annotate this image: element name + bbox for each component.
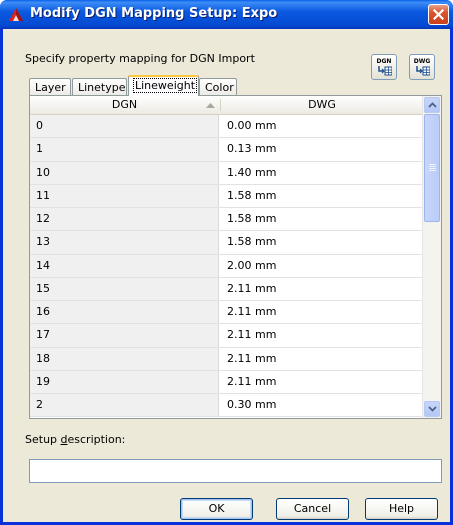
dwg-cell[interactable]: 2.11 mm <box>227 278 276 300</box>
grid-header: DGN DWG <box>30 96 423 115</box>
dgn-cell: 17 <box>30 324 219 347</box>
dgn-cell: 14 <box>30 254 219 277</box>
column-header-dwg-label: DWG <box>308 98 336 111</box>
setup-description-label-pre: Setup <box>25 433 61 446</box>
tab-color-label: Color <box>205 81 234 94</box>
vertical-scrollbar[interactable] <box>422 96 441 418</box>
table-row[interactable]: 10 1.40 mm <box>30 161 423 185</box>
dwg-cell[interactable]: 2.00 mm <box>227 255 276 277</box>
grid-rows: 0 0.00 mm 1 0.13 mm 10 1.40 mm 11 1.58 mm 12 1.58… <box>30 115 423 418</box>
dgn-cell: 2 <box>30 394 219 417</box>
tab-lineweight-label: Lineweight <box>132 78 198 93</box>
dwg-cell[interactable]: 0.30 mm <box>227 394 276 416</box>
tab-linetype[interactable]: Linetype <box>72 78 127 95</box>
dwg-cell[interactable]: 0.13 mm <box>227 138 276 160</box>
scroll-down-button[interactable] <box>424 401 440 417</box>
tab-linetype-label: Linetype <box>78 81 126 94</box>
dgn-cell: 16 <box>30 301 219 324</box>
dwg-cell[interactable]: 2.11 mm <box>227 348 276 370</box>
chevron-up-icon <box>427 102 437 108</box>
column-header-dgn-label: DGN <box>111 98 138 111</box>
dgn-cell: 0 <box>30 115 219 138</box>
table-row[interactable]: 15 2.11 mm <box>30 277 423 301</box>
scroll-up-button[interactable] <box>424 97 440 113</box>
dgn-cell: 12 <box>30 208 219 231</box>
tab-layer[interactable]: Layer <box>29 78 71 95</box>
import-dwg-button[interactable]: DWG <box>409 54 435 80</box>
dgn-cell: 11 <box>30 184 219 207</box>
table-row[interactable]: 0 0.00 mm <box>30 115 423 139</box>
import-dgn-icon <box>378 66 392 76</box>
dialog-window: Modify DGN Mapping Setup: Expo Specify p… <box>0 0 453 525</box>
tab-color[interactable]: Color <box>199 78 237 95</box>
dgn-cell: 10 <box>30 161 219 184</box>
import-dwg-icon <box>416 66 430 76</box>
table-row[interactable]: 12 1.58 mm <box>30 208 423 232</box>
dwg-cell[interactable]: 1.40 mm <box>227 162 276 184</box>
table-row[interactable]: 1 0.13 mm <box>30 138 423 162</box>
import-dwg-caption: DWG <box>413 58 431 65</box>
ok-button[interactable]: OK <box>180 498 253 520</box>
dgn-cell: 18 <box>30 347 219 370</box>
setup-description-label: Setup description: <box>25 433 125 446</box>
scroll-thumb[interactable] <box>424 114 440 222</box>
sort-ascending-icon <box>206 103 215 108</box>
dwg-cell[interactable]: 1.58 mm <box>227 231 276 253</box>
close-icon <box>433 9 444 20</box>
dwg-cell[interactable]: 2.11 mm <box>227 301 276 323</box>
setup-description-label-post: escription: <box>67 433 126 446</box>
tab-layer-label: Layer <box>35 81 66 94</box>
table-row[interactable]: 14 2.00 mm <box>30 254 423 278</box>
table-row[interactable]: 2 0.30 mm <box>30 394 423 418</box>
dwg-cell[interactable]: 1.58 mm <box>227 208 276 230</box>
instruction-text: Specify property mapping for DGN Import <box>25 52 255 65</box>
column-header-dwg[interactable]: DWG <box>221 96 423 114</box>
help-button[interactable]: Help <box>365 498 438 520</box>
table-row[interactable]: 18 2.11 mm <box>30 347 423 371</box>
tab-lineweight[interactable]: Lineweight <box>128 75 199 96</box>
title-bar[interactable]: Modify DGN Mapping Setup: Expo <box>0 0 453 29</box>
table-row[interactable]: 13 1.58 mm <box>30 231 423 255</box>
cancel-button[interactable]: Cancel <box>276 498 349 520</box>
dwg-cell[interactable]: 1.58 mm <box>227 185 276 207</box>
dgn-cell: 19 <box>30 370 219 393</box>
dgn-cell: 1 <box>30 138 219 161</box>
table-row[interactable]: 11 1.58 mm <box>30 184 423 208</box>
setup-description-input[interactable] <box>29 459 442 483</box>
close-button[interactable] <box>428 4 449 25</box>
mapping-grid: DGN DWG 0 0.00 mm 1 0.13 mm 10 1.40 mm 11 1.58 … <box>29 95 442 419</box>
import-dgn-caption: DGN <box>376 58 392 65</box>
import-dgn-button[interactable]: DGN <box>371 54 397 80</box>
column-header-dgn[interactable]: DGN <box>30 96 219 114</box>
dwg-cell[interactable]: 2.11 mm <box>227 371 276 393</box>
dgn-cell: 15 <box>30 277 219 300</box>
dwg-cell[interactable]: 2.11 mm <box>227 324 276 346</box>
chevron-down-icon <box>427 406 437 412</box>
table-row[interactable]: 17 2.11 mm <box>30 324 423 348</box>
dgn-cell: 13 <box>30 231 219 254</box>
dwg-cell[interactable]: 0.00 mm <box>227 115 276 137</box>
window-title: Modify DGN Mapping Setup: Expo <box>30 6 278 21</box>
table-row[interactable]: 16 2.11 mm <box>30 301 423 325</box>
table-row[interactable]: 19 2.11 mm <box>30 370 423 394</box>
autocad-app-icon <box>9 8 23 21</box>
setup-description-label-accel: d <box>60 433 68 446</box>
